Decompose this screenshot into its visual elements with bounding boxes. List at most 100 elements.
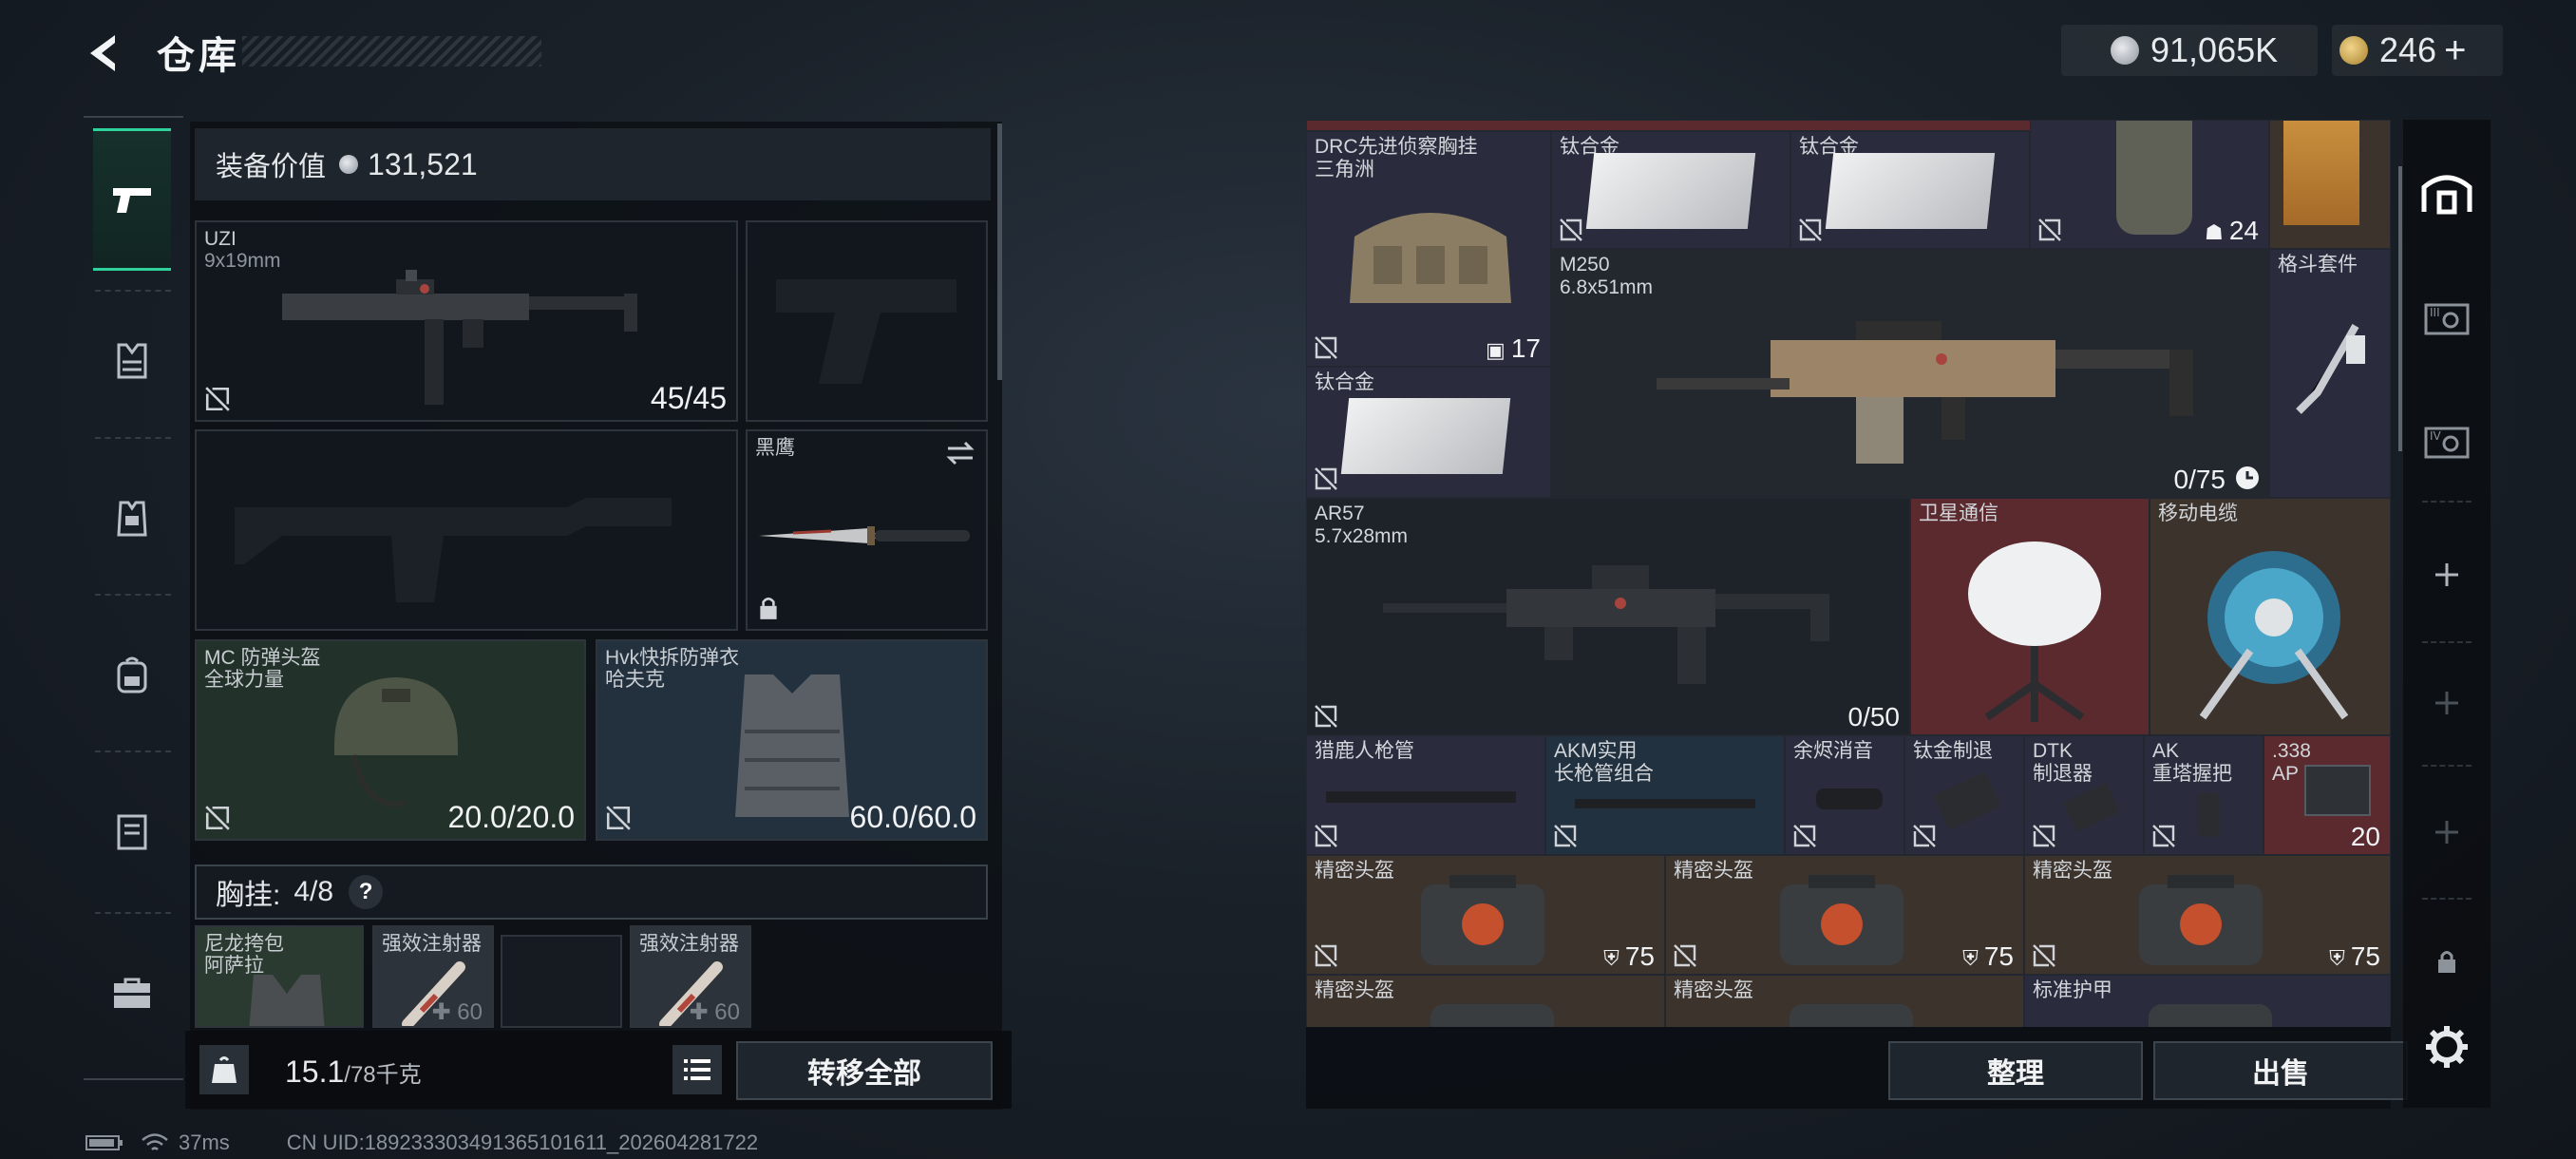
add-stash-tab-button-3[interactable] [2413,794,2481,870]
gold-currency[interactable]: 246 + [2332,25,2503,76]
primary-weapon-slot[interactable]: UZI 9x19mm 45/45 [195,220,738,422]
item-count: ▣ 17 [1486,333,1541,364]
helmet-slot[interactable]: MC 防弹头盔 全球力量 20.0/20.0 [195,639,586,841]
item-subname: 长枪管组合 [1554,763,1654,785]
chest-item-injector-1[interactable]: 强效注射器 ✚ 60 [372,925,494,1028]
sort-button[interactable]: 整理 [1888,1041,2143,1100]
no-insure-icon [1560,218,1582,241]
add-stash-tab-button[interactable] [2413,537,2481,613]
stash-item-precision-helmet-5[interactable]: 精密头盔 [1665,975,2024,1027]
item-durability-value: 75 [1624,941,1655,971]
stash-item-precision-helmet-4[interactable]: 精密头盔 [1306,975,1665,1027]
no-insure-icon [2152,825,2175,847]
loadout-scrollbar[interactable] [997,124,1002,380]
shield-icon: ⛨ [1603,946,1625,970]
helmet-case-image [2139,875,2263,965]
list-view-button[interactable] [672,1045,722,1094]
melee-slot[interactable]: 黑鹰 [746,429,988,631]
titanium-image [1825,153,1996,229]
stash-item-satellite-comm[interactable]: 卫星通信 [1910,498,2150,735]
chest-item-name: 尼龙挎包 [204,933,284,955]
stash-item-vest[interactable]: ☗ 24 [2030,120,2269,249]
stash-item-precision-helmet-2[interactable]: 精密头盔 ⛨ 75 [1665,855,2024,975]
stash-grid[interactable]: DRC先进侦察胸挂 三角洲 ▣ 17 钛合金 钛合金 ☗ 24 M250 6.8… [1306,120,2391,1027]
stash-item-precision-helmet-1[interactable]: 精密头盔 ⛨ 75 [1306,855,1665,975]
chest-rig-image [1350,213,1511,303]
item-brand: 三角洲 [1315,159,1374,180]
ammo-box-image [2304,765,2371,816]
category-case[interactable] [93,760,171,902]
item-name: AKM实用 [1554,740,1638,762]
secondary-weapon-slot[interactable] [195,429,738,631]
armor-slot[interactable]: Hvk快拆防弹衣 哈夫克 60.0/60.0 [596,639,988,841]
back-button[interactable] [76,27,133,80]
silver-coin-icon [339,155,359,174]
lock-icon [2438,951,2455,973]
item-durability-value: 75 [1983,941,2014,971]
titanium-image [1585,153,1756,229]
locked-stash-tab[interactable] [2413,923,2481,999]
stash-item-mobile-cable[interactable]: 移动电缆 [2150,498,2391,735]
kg-weight-icon [212,1056,237,1083]
category-toolbox[interactable] [93,922,171,1064]
no-insure-icon [1674,944,1696,967]
stash-item-titanium-3[interactable]: 钛合金 [1306,367,1551,498]
equipment-value-amount: 131,521 [368,146,478,181]
stash-item-suppressor[interactable]: 余烬消音 [1785,735,1904,855]
helmet-name: MC 防弹头盔 [204,647,321,669]
helmet-brand: 全球力量 [204,669,284,691]
category-separator [95,912,171,914]
stash-item-titanium-1[interactable]: 钛合金 [1551,131,1790,249]
stash-item-precision-helmet-3[interactable]: 精密头盔 ⛨ 75 [2024,855,2391,975]
uzi-image [282,270,637,405]
stash-item-grip[interactable]: AK 重塔握把 [2144,735,2263,855]
bag-image [249,975,325,1026]
equipment-value-label: 装备价值 [216,152,327,182]
settings-button[interactable] [2413,1009,2481,1085]
no-insure-icon [1315,944,1337,967]
item-name: DTK [2033,740,2073,762]
stash-scrollbar[interactable] [2398,166,2402,451]
stash-item-drc-chest-rig[interactable]: DRC先进侦察胸挂 三角洲 ▣ 17 [1306,131,1551,367]
no-insure-icon [205,387,230,411]
stash-item-muzzle-brake-1[interactable]: 钛金制退 [1904,735,2024,855]
swap-icon[interactable] [944,439,976,467]
category-armor[interactable] [93,446,171,589]
rail-top-line [84,116,183,118]
stash-tab-3[interactable]: III [2413,280,2481,356]
stash-item-ar57[interactable]: AR57 5.7x28mm 0/50 [1306,498,1910,735]
category-separator [95,750,171,752]
chest-item-empty[interactable] [501,935,622,1028]
chest-item-injector-2[interactable]: 强效注射器 ✚ 60 [630,925,751,1028]
helmet-case-image [1780,875,1904,965]
barrel-image [1575,799,1755,808]
add-stash-tab-button-2[interactable] [2413,665,2481,741]
stash-item-melee-kit[interactable]: 格斗套件 [2269,249,2391,498]
category-backpack[interactable] [93,603,171,746]
satellite-dish-image [1968,542,2101,722]
stash-tab-4[interactable]: IV [2413,404,2481,480]
add-gold-icon[interactable]: + [2444,29,2466,72]
stash-item-barrel-1[interactable]: 猎鹿人枪管 [1306,735,1545,855]
user-uid: CN UID:18923330349136510161​1_2026042817… [286,1130,759,1154]
item-count: 20 [2350,822,2380,851]
stash-tab-home[interactable] [2413,154,2481,230]
ping: 37ms [179,1130,230,1154]
stash-item-document[interactable] [2269,120,2391,249]
page-title: 仓库 [157,35,240,77]
stash-item-muzzle-brake-2[interactable]: DTK 制退器 [2024,735,2144,855]
pistol-slot[interactable] [746,220,988,422]
stash-item-338-ammo[interactable]: .338 AP 20 [2263,735,2391,855]
muzzle-image [2063,783,2120,832]
category-weapons[interactable] [93,128,171,271]
help-icon[interactable]: ? [349,875,384,909]
stash-item-titanium-2[interactable]: 钛合金 [1790,131,2030,249]
stash-item-barrel-2[interactable]: AKM实用 长枪管组合 [1545,735,1785,855]
sell-button[interactable]: 出售 [2153,1041,2408,1100]
category-chest-rig[interactable] [93,290,171,432]
m250-image [1657,321,2193,464]
stash-item-standard-armor[interactable]: 标准护甲 [2024,975,2391,1027]
transfer-all-button[interactable]: 转移全部 [736,1041,993,1100]
chest-item-bag[interactable]: 尼龙挎包 阿萨拉 [195,925,364,1028]
stash-item-m250[interactable]: M250 6.8x51mm 0/75 [1551,249,2269,498]
